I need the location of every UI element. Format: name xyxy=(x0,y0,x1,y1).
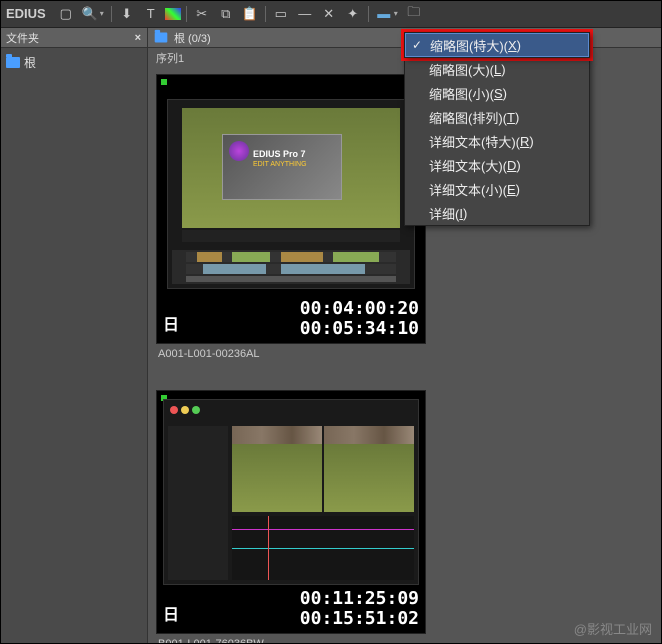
clip-name: A001-L001-00236AL xyxy=(156,344,426,364)
menu-item-view[interactable]: 详细文本(特大)(R) xyxy=(405,129,589,153)
copy-icon[interactable]: ⧉ xyxy=(216,4,236,24)
minus-icon[interactable]: — xyxy=(295,4,315,24)
import-icon[interactable]: ⬇ xyxy=(117,4,137,24)
watermark: @影视工业网 xyxy=(574,619,652,638)
folder-icon xyxy=(6,57,20,68)
clip-thumbnail: 日 00:11:25:09 00:15:51:02 xyxy=(156,390,426,634)
tools-icon[interactable]: 🗀 xyxy=(404,4,424,24)
bin-title: 根 (0/3) xyxy=(174,30,211,46)
main-toolbar: EDIUS ▢ 🔍 ▾ ⬇ T ✂ ⧉ 📋 ▭ — ✕ ✦ ▬ ▾ 🗀 xyxy=(0,0,662,28)
menu-item-view[interactable]: 缩略图(排列)(T) xyxy=(405,105,589,129)
bin-icon[interactable]: ▭ xyxy=(271,4,291,24)
timecode: 00:04:00:20 00:05:34:10 xyxy=(300,299,419,339)
properties-icon[interactable]: ✦ xyxy=(343,4,363,24)
folder-panel: 文件夹 × 根 xyxy=(0,28,148,644)
status-dot xyxy=(161,79,167,85)
menu-item-view[interactable]: 详细文本(小)(E) xyxy=(405,177,589,201)
tree-root[interactable]: 根 xyxy=(6,52,141,73)
folder-panel-tab[interactable]: 文件夹 × xyxy=(0,28,147,48)
view-menu-rest: 缩略图(大)(L)缩略图(小)(S)缩略图(排列)(T)详细文本(特大)(R)详… xyxy=(404,56,590,226)
paste-icon[interactable]: 📋 xyxy=(240,4,260,24)
folder-icon[interactable]: ▢ xyxy=(56,4,76,24)
highlight-box: ✓缩略图(特大)(X) xyxy=(401,29,593,61)
cut-icon[interactable]: ✂ xyxy=(192,4,212,24)
color-icon[interactable] xyxy=(165,8,181,20)
text-icon[interactable]: T xyxy=(141,4,161,24)
clip-item[interactable]: 日 00:11:25:09 00:15:51:02 B001-L001-7603… xyxy=(156,390,426,644)
view-menu: ✓缩略图(特大)(X) xyxy=(404,32,590,58)
close-panel-icon[interactable]: × xyxy=(135,32,141,44)
dropdown-icon[interactable]: ▾ xyxy=(394,9,402,18)
sequence-label: 序列1 xyxy=(156,50,184,66)
thumb-content xyxy=(163,399,419,585)
menu-item-view[interactable]: 详细(I) xyxy=(405,201,589,225)
menu-item-view[interactable]: 缩略图(小)(S) xyxy=(405,81,589,105)
menu-item-view[interactable]: ✓缩略图(特大)(X) xyxy=(405,33,589,57)
tree-root-label: 根 xyxy=(24,54,36,71)
search-icon[interactable]: 🔍 xyxy=(80,4,100,24)
view-icon[interactable]: ▬ xyxy=(374,4,394,24)
day-icon: 日 xyxy=(163,601,179,625)
folder-icon xyxy=(155,33,168,43)
folder-tree: 根 xyxy=(0,48,147,77)
clip-thumbnail: EDIUS Pro 7 EDIT ANYTHING 日 xyxy=(156,74,426,344)
app-name: EDIUS xyxy=(6,6,46,21)
folder-panel-title: 文件夹 xyxy=(6,30,39,46)
dropdown-icon[interactable]: ▾ xyxy=(100,9,108,18)
clip-name: B001-L001-76036BW xyxy=(156,634,426,644)
day-icon: 日 xyxy=(163,311,179,335)
timecode: 00:11:25:09 00:15:51:02 xyxy=(300,589,419,629)
close-icon[interactable]: ✕ xyxy=(319,4,339,24)
thumb-content: EDIUS Pro 7 EDIT ANYTHING xyxy=(167,99,415,289)
clip-item[interactable]: EDIUS Pro 7 EDIT ANYTHING 日 xyxy=(156,74,426,364)
menu-item-view[interactable]: 详细文本(大)(D) xyxy=(405,153,589,177)
